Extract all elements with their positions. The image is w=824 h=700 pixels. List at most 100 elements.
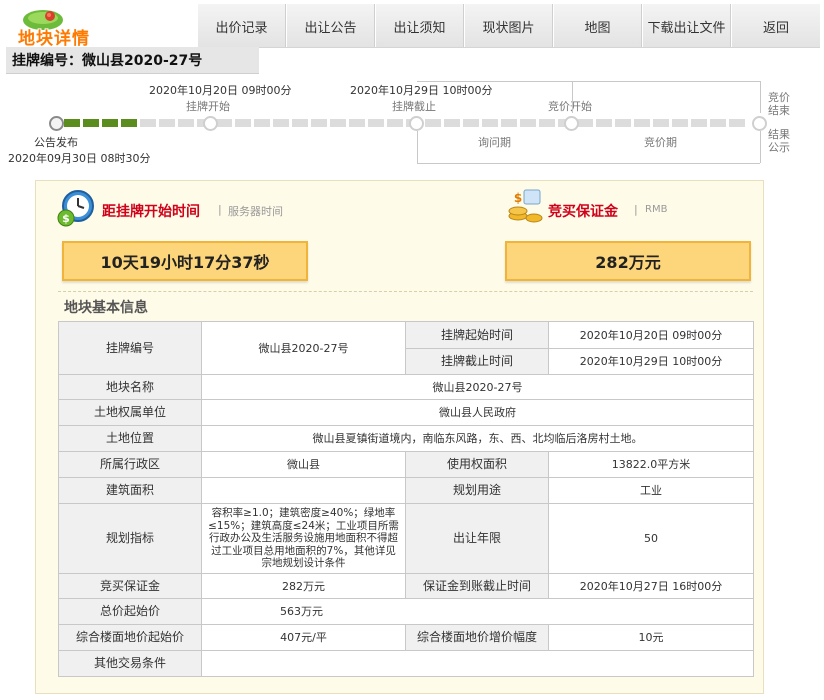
progress-segment (349, 119, 365, 127)
divider (259, 47, 820, 48)
period-bracket (417, 81, 572, 82)
inquiry-period-label: 询问期 (478, 136, 511, 149)
deposit-title: 竞买保证金 (548, 204, 618, 220)
listing-end-time: 2020年10月29日 10时00分 (350, 84, 493, 97)
listing-start-time: 2020年10月20日 09时00分 (149, 84, 292, 97)
progress-segment (292, 119, 308, 127)
label-build-area: 建筑面积 (58, 477, 202, 504)
countdown-separator: | (218, 203, 222, 216)
bid-end-label: 竞价结束 (768, 91, 790, 117)
period-bracket (417, 163, 760, 164)
deposit-value: 282万元 (505, 241, 751, 281)
plot-info-table: 挂牌编号 微山县2020-27号 挂牌起始时间 2020年10月20日 09时0… (58, 321, 754, 677)
progress-segment (216, 119, 232, 127)
countdown-value: 10天19小时17分37秒 (62, 241, 308, 281)
coins-icon: $ (508, 189, 543, 223)
progress-segment (539, 119, 555, 127)
label-floor-increment: 综合楼面地价增价幅度 (405, 624, 549, 651)
progress-segment (235, 119, 251, 127)
progress-segment (311, 119, 327, 127)
progress-segment (121, 119, 137, 127)
progress-segment (330, 119, 346, 127)
label-other-terms: 其他交易条件 (58, 650, 202, 677)
tab-back[interactable]: 返回 (731, 4, 820, 48)
label-deposit: 竞买保证金 (58, 573, 202, 599)
progress-segment (159, 119, 175, 127)
value-term: 50 (548, 503, 754, 574)
value-deposit: 282万元 (201, 573, 406, 599)
plot-number-title: 挂牌编号：微山县2020-27号 (6, 47, 259, 74)
progress-segment (520, 119, 536, 127)
value-district: 微山县 (201, 451, 406, 478)
listing-end-label: 挂牌截止 (392, 100, 436, 113)
progress-segment (254, 119, 270, 127)
tab-map[interactable]: 地图 (553, 4, 642, 48)
countdown-title: 距挂牌开始时间 (102, 204, 200, 220)
tab-download-files[interactable]: 下载出让文件 (642, 4, 731, 48)
deposit-subtitle: RMB (645, 204, 668, 215)
svg-text:$: $ (62, 212, 70, 225)
divider (58, 291, 753, 292)
announce-time: 2020年09月30日 08时30分 (8, 152, 151, 165)
value-use-area: 13822.0平方米 (548, 451, 754, 478)
timeline-node-announce (49, 116, 64, 131)
progress-segment (729, 119, 745, 127)
tab-photos[interactable]: 现状图片 (464, 4, 553, 48)
progress-segment (273, 119, 289, 127)
clock-icon: $ (57, 190, 94, 227)
bidding-period-label: 竞价期 (644, 136, 677, 149)
progress-segment (425, 119, 441, 127)
svg-text:$: $ (514, 191, 522, 205)
timeline-node-listing-start (203, 116, 218, 131)
timeline-node-listing-end (409, 116, 424, 131)
value-build-area (201, 477, 406, 504)
result-label: 结果公示 (768, 128, 790, 154)
period-bracket (417, 131, 418, 163)
logo-text: 地块详情 (18, 29, 90, 49)
label-term: 出让年限 (405, 503, 549, 574)
progress-segment (596, 119, 612, 127)
value-other-terms (201, 650, 754, 677)
progress-segment (653, 119, 669, 127)
value-deposit-deadline: 2020年10月27日 16时00分 (548, 573, 754, 599)
value-listing-start: 2020年10月20日 09时00分 (548, 321, 754, 349)
progress-segment (672, 119, 688, 127)
progress-segment (501, 119, 517, 127)
label-floor-price: 综合楼面地价起始价 (58, 624, 202, 651)
label-land-use: 规划用途 (405, 477, 549, 504)
progress-segment (691, 119, 707, 127)
section-title: 地块基本信息 (64, 300, 148, 316)
progress-segment (178, 119, 194, 127)
top-nav: 出价记录 出让公告 出让须知 现状图片 地图 下载出让文件 返回 (197, 4, 820, 48)
value-location: 微山县夏镇街道境内，南临东风路，东、西、北均临后洛房村土地。 (201, 425, 754, 452)
tab-notice[interactable]: 出让须知 (375, 4, 464, 48)
progress-segment (83, 119, 99, 127)
value-start-price: 563万元 (201, 598, 754, 625)
tab-bid-records[interactable]: 出价记录 (197, 4, 286, 48)
timeline-node-bid-end (752, 116, 767, 131)
progress-segment (615, 119, 631, 127)
progress-segment (482, 119, 498, 127)
tab-announcement[interactable]: 出让公告 (286, 4, 375, 48)
label-deposit-deadline: 保证金到账截止时间 (405, 573, 549, 599)
label-listing-start: 挂牌起始时间 (405, 321, 549, 349)
value-listing-end: 2020年10月29日 10时00分 (548, 348, 754, 375)
label-plot-name: 地块名称 (58, 374, 202, 400)
label-district: 所属行政区 (58, 451, 202, 478)
label-plot-no: 挂牌编号 (58, 321, 202, 375)
value-plot-name: 微山县2020-27号 (201, 374, 754, 400)
progress-segment (368, 119, 384, 127)
progress-segment (444, 119, 460, 127)
label-plan-index: 规划指标 (58, 503, 202, 574)
value-plot-no: 微山县2020-27号 (201, 321, 406, 375)
period-bracket (760, 81, 761, 113)
bid-start-label: 竞价开始 (548, 100, 592, 113)
progress-segment (387, 119, 403, 127)
label-use-area: 使用权面积 (405, 451, 549, 478)
deposit-separator: | (634, 203, 638, 216)
announce-label: 公告发布 (34, 136, 78, 149)
timeline-node-bid-start (564, 116, 579, 131)
progress-segment (102, 119, 118, 127)
value-floor-increment: 10元 (548, 624, 754, 651)
progress-segment (64, 119, 80, 127)
